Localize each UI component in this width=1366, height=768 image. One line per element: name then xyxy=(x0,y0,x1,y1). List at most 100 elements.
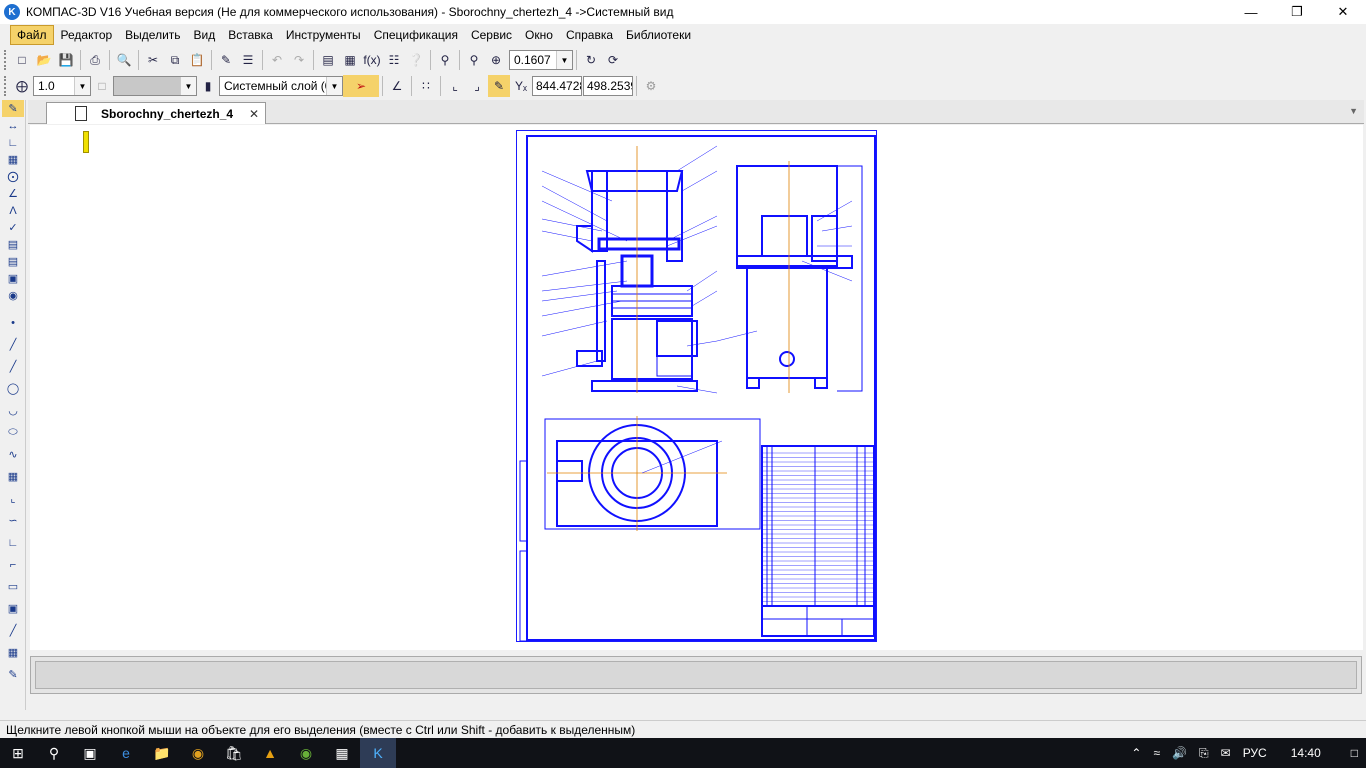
refresh-view-icon[interactable]: ↻ xyxy=(580,49,602,71)
insert-icon[interactable]: ▤ xyxy=(2,253,24,270)
redraw-icon[interactable]: ⟳ xyxy=(602,49,624,71)
message-icon[interactable]: ✉ xyxy=(1221,746,1231,760)
parametrization-icon[interactable]: ⨀ xyxy=(2,168,24,185)
print-preview-icon[interactable]: 🔍 xyxy=(113,49,135,71)
local-cs-icon[interactable]: ⌞ xyxy=(444,75,466,97)
arc-icon[interactable]: ◡ xyxy=(2,402,24,419)
circle-icon[interactable]: ◯ xyxy=(2,380,24,397)
dimensions-icon[interactable]: ↔ xyxy=(2,117,24,134)
undo-icon[interactable]: ↶ xyxy=(266,49,288,71)
coord-x-field[interactable]: 844.4728 xyxy=(532,76,582,96)
bezier-icon[interactable]: ∽ xyxy=(2,512,24,529)
paste-icon[interactable]: 📋 xyxy=(186,49,208,71)
style-combo[interactable]: ▼ xyxy=(113,76,197,96)
chevron-up-icon[interactable]: ⌃ xyxy=(1131,746,1141,760)
volume-icon[interactable]: 🔊 xyxy=(1172,746,1187,760)
menu-editor[interactable]: Редактор xyxy=(55,26,119,44)
menu-view[interactable]: Вид xyxy=(188,26,222,44)
menu-insert[interactable]: Вставка xyxy=(222,26,279,44)
open-folder-icon[interactable]: 📂 xyxy=(33,49,55,71)
line-width-combo[interactable]: 1.0 ▼ xyxy=(33,76,91,96)
store-icon[interactable]: 🛍 xyxy=(216,738,252,768)
zoom-fit-icon[interactable]: ⚲ xyxy=(463,49,485,71)
file-explorer-icon[interactable]: 📁 xyxy=(144,738,180,768)
clock[interactable]: 14:40 xyxy=(1291,746,1321,760)
app-triangle-icon[interactable]: ▲ xyxy=(252,738,288,768)
notifications-icon[interactable]: □ xyxy=(1351,746,1358,760)
zoom-in-icon[interactable]: ⊕ xyxy=(485,49,507,71)
pencil-icon[interactable]: ✎ xyxy=(2,666,24,683)
maximize-button[interactable]: ❐ xyxy=(1274,0,1320,24)
menu-file[interactable]: Файл xyxy=(10,25,54,45)
tool-settings-icon[interactable]: ⚙ xyxy=(640,75,662,97)
network-icon[interactable]: ≈ xyxy=(1153,746,1160,760)
zoom-combo[interactable]: 0.1607 ▼ xyxy=(509,50,573,70)
chevron-down-icon[interactable]: ▼ xyxy=(74,77,90,95)
windows-start-icon[interactable]: ⊞ xyxy=(0,738,36,768)
polyline-icon[interactable]: ⌞ xyxy=(2,490,24,507)
segment-icon[interactable]: ╱ xyxy=(2,358,24,375)
fillet-icon[interactable]: ⌐ xyxy=(2,556,24,573)
kompas-taskbar-icon[interactable]: K xyxy=(360,738,396,768)
globe-app-icon[interactable]: ◉ xyxy=(288,738,324,768)
grid-icon[interactable]: ∷ xyxy=(415,75,437,97)
round-mode-icon[interactable]: ✎ xyxy=(488,75,510,97)
toolbar-grip[interactable] xyxy=(4,50,8,70)
save-icon[interactable]: 💾 xyxy=(55,49,77,71)
help-pointer-icon[interactable]: ❔ xyxy=(405,49,427,71)
close-button[interactable]: ✕ xyxy=(1320,0,1366,24)
zoom-window-icon[interactable]: ⚲ xyxy=(434,49,456,71)
rectangle-icon[interactable]: ▭ xyxy=(2,578,24,595)
menu-tools[interactable]: Инструменты xyxy=(280,26,367,44)
chamfer-icon[interactable]: ∟ xyxy=(2,534,24,551)
fragment-icon[interactable]: ◉ xyxy=(2,287,24,304)
redo-icon[interactable]: ↷ xyxy=(288,49,310,71)
copy-icon[interactable]: ⧉ xyxy=(164,49,186,71)
edge-browser-icon[interactable]: e xyxy=(108,738,144,768)
select-icon[interactable]: Λ xyxy=(2,202,24,219)
menu-libraries[interactable]: Библиотеки xyxy=(620,26,697,44)
tab-list-arrow-icon[interactable]: ▼ xyxy=(1349,106,1358,116)
reports-icon[interactable]: ▤ xyxy=(2,236,24,253)
magnet-snap-icon[interactable]: ➢ xyxy=(343,75,379,97)
layer-combo[interactable]: Системный слой (0) ▼ xyxy=(219,76,343,96)
menu-specification[interactable]: Спецификация xyxy=(368,26,464,44)
menu-help[interactable]: Справка xyxy=(560,26,619,44)
list-icon[interactable]: ☰ xyxy=(237,49,259,71)
collection-icon[interactable]: ▦ xyxy=(2,644,24,661)
menu-select[interactable]: Выделить xyxy=(119,26,186,44)
style-icon[interactable]: □ xyxy=(91,75,113,97)
point-icon[interactable]: • xyxy=(2,314,24,331)
auxline-icon[interactable]: ╱ xyxy=(2,336,24,353)
equidistant-icon[interactable]: ╱ xyxy=(2,622,24,639)
snap-grid-icon[interactable]: ⨁ xyxy=(11,75,33,97)
language-indicator[interactable]: РУС xyxy=(1243,746,1267,760)
view-icon[interactable]: ▣ xyxy=(2,270,24,287)
chrome-icon[interactable]: ◉ xyxy=(180,738,216,768)
layers-icon[interactable]: ▮ xyxy=(197,75,219,97)
search-icon[interactable]: ⚲ xyxy=(36,738,72,768)
hatch-icon[interactable]: ▦ xyxy=(2,468,24,485)
designations-icon[interactable]: ∟ xyxy=(2,134,24,151)
properties-icon[interactable]: ✎ xyxy=(215,49,237,71)
print-icon[interactable]: ⎙ xyxy=(84,49,106,71)
task-view-icon[interactable]: ▣ xyxy=(72,738,108,768)
ellipse-icon[interactable]: ⬭ xyxy=(2,424,24,441)
tab-sborochny-chertezh-4[interactable]: Sborochny_chertezh_4 ✕ xyxy=(46,102,266,124)
power-icon[interactable]: ⎘ xyxy=(1199,746,1209,761)
spec-icon[interactable]: ✓ xyxy=(2,219,24,236)
measure-icon[interactable]: ∠ xyxy=(2,185,24,202)
chevron-down-icon[interactable]: ▼ xyxy=(180,77,196,95)
contour-icon[interactable]: ▣ xyxy=(2,600,24,617)
formula-icon[interactable]: f(x) xyxy=(361,49,383,71)
spline-icon[interactable]: ∿ xyxy=(2,446,24,463)
ortho-mode-icon[interactable]: ⌟ xyxy=(466,75,488,97)
local-snap-icon[interactable]: ∠ xyxy=(386,75,408,97)
minimize-button[interactable]: — xyxy=(1228,0,1274,24)
library-icon[interactable]: ☷ xyxy=(383,49,405,71)
manager-icon[interactable]: ▤ xyxy=(317,49,339,71)
variables-icon[interactable]: ▦ xyxy=(339,49,361,71)
drawing-sheet[interactable] xyxy=(516,130,877,642)
chevron-down-icon[interactable]: ▼ xyxy=(556,51,572,69)
menu-window[interactable]: Окно xyxy=(519,26,559,44)
